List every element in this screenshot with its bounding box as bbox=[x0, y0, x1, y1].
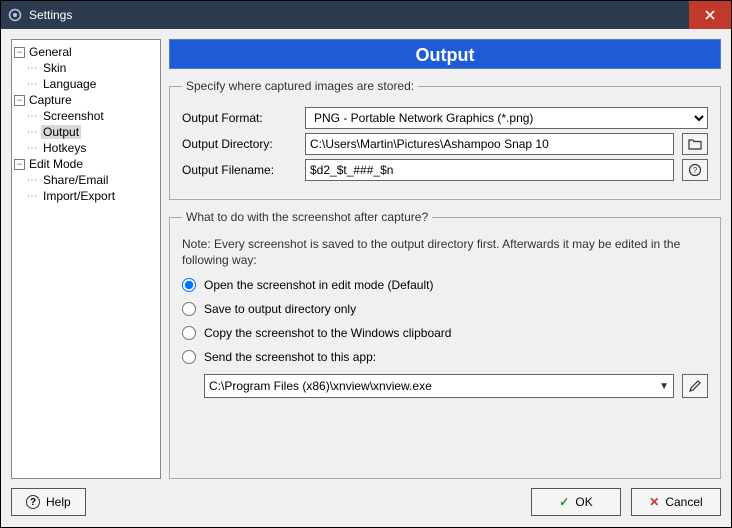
tree-item-skin[interactable]: ⋯Skin bbox=[14, 60, 158, 76]
question-icon: ? bbox=[26, 495, 40, 509]
tree-item-importexport[interactable]: ⋯Import/Export bbox=[14, 188, 158, 204]
radio-send-app[interactable]: Send the screenshot to this app: bbox=[182, 350, 708, 364]
tree-item-hotkeys[interactable]: ⋯Hotkeys bbox=[14, 140, 158, 156]
tree-item-editmode[interactable]: −Edit Mode bbox=[14, 156, 158, 172]
check-icon: ✓ bbox=[559, 495, 569, 509]
after-capture-group: What to do with the screenshot after cap… bbox=[169, 210, 721, 479]
main-panel: Output Specify where captured images are… bbox=[169, 39, 721, 479]
collapse-icon[interactable]: − bbox=[14, 159, 25, 170]
browse-folder-button[interactable] bbox=[682, 133, 708, 155]
storage-legend: Specify where captured images are stored… bbox=[182, 79, 418, 93]
dir-label: Output Directory: bbox=[182, 137, 297, 151]
tree-item-output[interactable]: ⋯Output bbox=[14, 124, 158, 140]
nav-tree[interactable]: −General ⋯Skin ⋯Language −Capture ⋯Scree… bbox=[11, 39, 161, 479]
send-to-app-value: C:\Program Files (x86)\xnview\xnview.exe bbox=[209, 379, 432, 393]
tree-item-shareemail[interactable]: ⋯Share/Email bbox=[14, 172, 158, 188]
ok-button[interactable]: ✓ OK bbox=[531, 488, 621, 516]
titlebar: Settings bbox=[1, 1, 731, 29]
radio-save-only-input[interactable] bbox=[182, 302, 196, 316]
folder-icon bbox=[688, 138, 702, 150]
settings-window: Settings −General ⋯Skin ⋯Language −Captu… bbox=[0, 0, 732, 528]
collapse-icon[interactable]: − bbox=[14, 47, 25, 58]
chevron-down-icon: ▼ bbox=[659, 381, 669, 392]
page-title: Output bbox=[169, 39, 721, 69]
close-icon bbox=[705, 10, 715, 20]
tree-item-screenshot[interactable]: ⋯Screenshot bbox=[14, 108, 158, 124]
tree-item-general[interactable]: −General bbox=[14, 44, 158, 60]
window-title: Settings bbox=[29, 8, 689, 22]
cancel-button[interactable]: ✕ Cancel bbox=[631, 488, 721, 516]
after-capture-legend: What to do with the screenshot after cap… bbox=[182, 210, 432, 224]
send-to-app-combo[interactable]: C:\Program Files (x86)\xnview\xnview.exe… bbox=[204, 374, 674, 398]
radio-open-edit-input[interactable] bbox=[182, 278, 196, 292]
tree-item-language[interactable]: ⋯Language bbox=[14, 76, 158, 92]
edit-app-button[interactable] bbox=[682, 374, 708, 398]
radio-open-edit[interactable]: Open the screenshot in edit mode (Defaul… bbox=[182, 278, 708, 292]
radio-clipboard-input[interactable] bbox=[182, 326, 196, 340]
tree-item-capture[interactable]: −Capture bbox=[14, 92, 158, 108]
svg-text:?: ? bbox=[693, 166, 698, 175]
radio-clipboard[interactable]: Copy the screenshot to the Windows clipb… bbox=[182, 326, 708, 340]
dialog-footer: ? Help ✓ OK ✕ Cancel bbox=[1, 485, 731, 527]
file-label: Output Filename: bbox=[182, 163, 297, 177]
app-icon bbox=[7, 7, 23, 23]
output-format-select[interactable]: PNG - Portable Network Graphics (*.png) bbox=[305, 107, 708, 129]
pencil-icon bbox=[688, 379, 702, 393]
cross-icon: ✕ bbox=[649, 495, 659, 509]
collapse-icon[interactable]: − bbox=[14, 95, 25, 106]
storage-group: Specify where captured images are stored… bbox=[169, 79, 721, 200]
close-button[interactable] bbox=[689, 1, 731, 29]
radio-save-only[interactable]: Save to output directory only bbox=[182, 302, 708, 316]
radio-send-app-input[interactable] bbox=[182, 350, 196, 364]
output-directory-input[interactable] bbox=[305, 133, 674, 155]
help-button[interactable]: ? Help bbox=[11, 488, 86, 516]
format-label: Output Format: bbox=[182, 111, 297, 125]
output-filename-input[interactable] bbox=[305, 159, 674, 181]
filename-help-button[interactable]: ? bbox=[682, 159, 708, 181]
question-icon: ? bbox=[688, 163, 702, 177]
after-capture-note: Note: Every screenshot is saved to the o… bbox=[182, 236, 708, 268]
